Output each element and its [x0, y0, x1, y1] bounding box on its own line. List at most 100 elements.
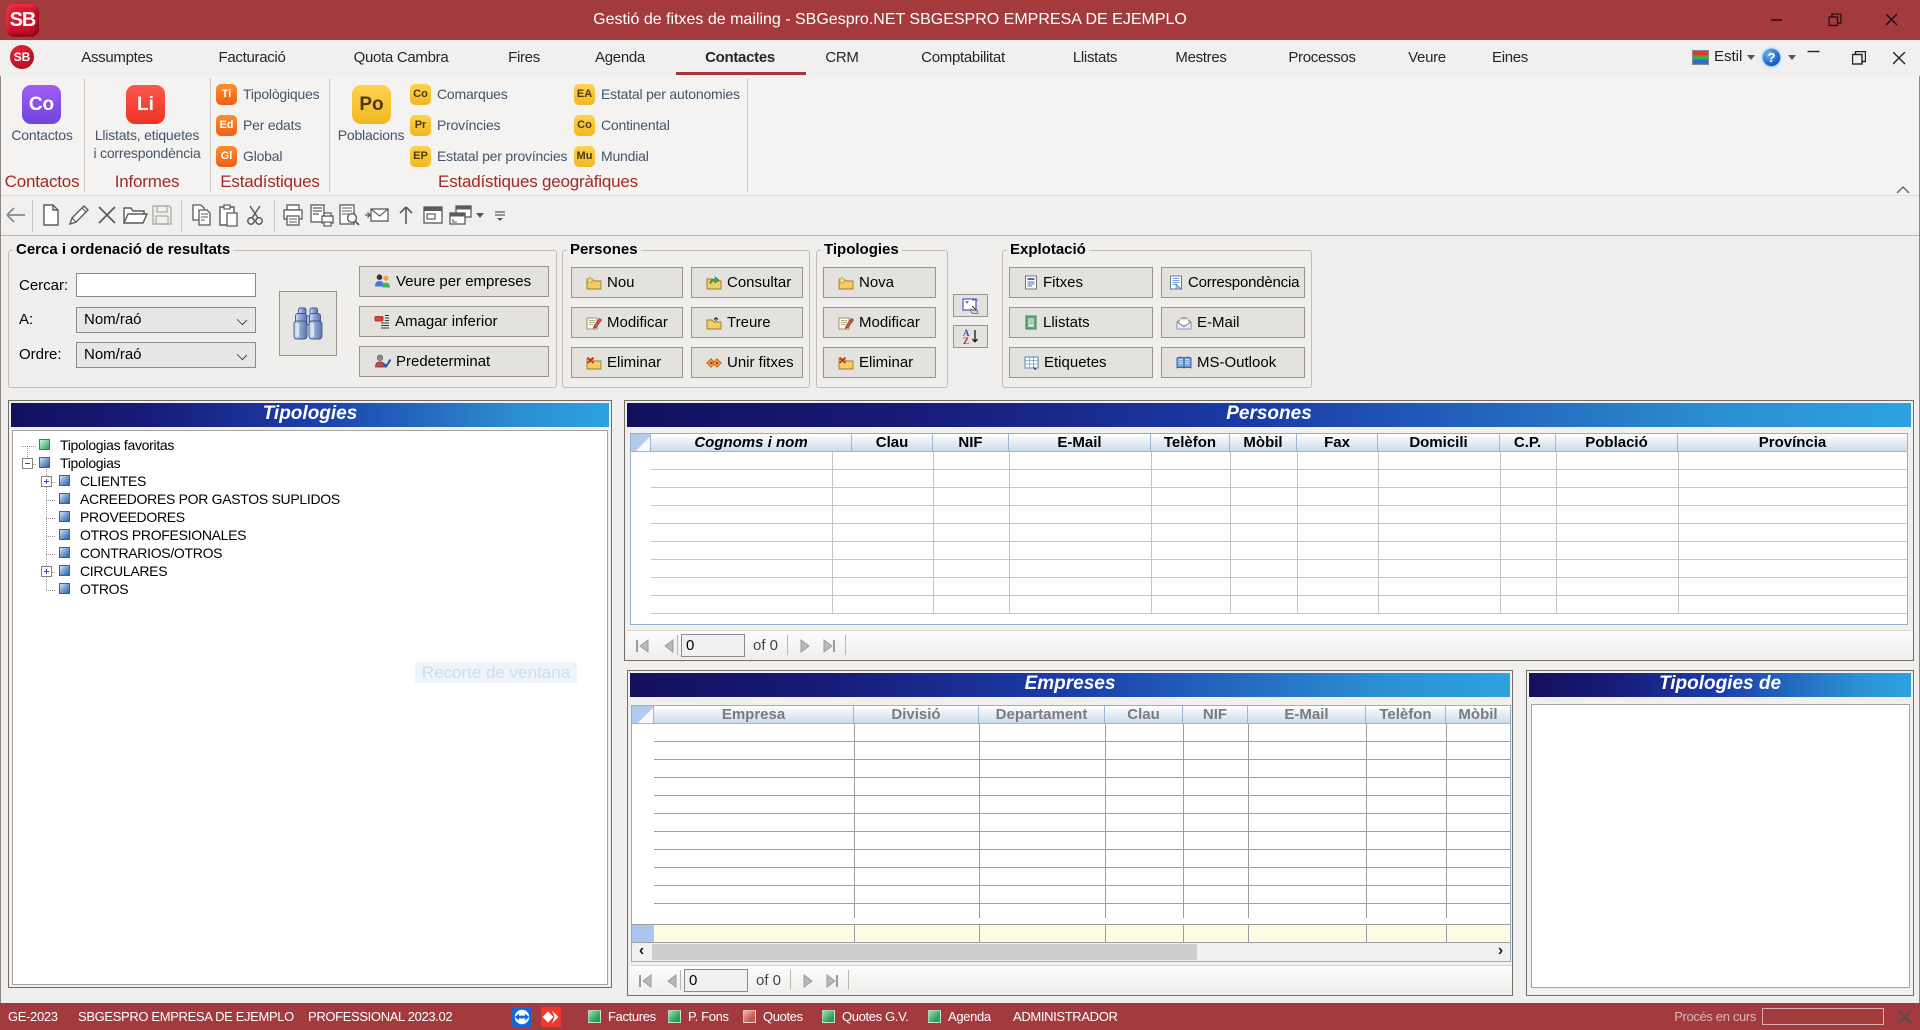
tipologies-tree[interactable]: Tipologias favoritas Tipologias CLIENTES…	[12, 430, 608, 985]
persones-row-selector-header[interactable]	[631, 434, 651, 452]
empreses-row-selector-header[interactable]	[632, 706, 654, 724]
last-page-button[interactable]	[821, 638, 837, 654]
tree-item-tipologias-favoritas[interactable]: Tipologias favoritas	[39, 437, 174, 455]
print-preview-button[interactable]	[337, 203, 363, 229]
menu-item-comptabilitat[interactable]: Comptabilitat	[921, 40, 1005, 76]
factures-label[interactable]: Factures	[608, 1003, 656, 1030]
veure-per-empreses-button[interactable]: Veure per empreses	[359, 266, 549, 297]
export-button[interactable]	[394, 203, 420, 229]
persones-col-provincia[interactable]: Província	[1678, 434, 1907, 452]
open-button[interactable]	[122, 203, 148, 229]
persones-col-fax[interactable]: Fax	[1297, 434, 1378, 452]
ribbon-button-contactos[interactable]: Co	[22, 85, 62, 124]
empreses-col-clau[interactable]: Clau	[1105, 706, 1183, 724]
persones-consultar-button[interactable]: Consultar	[691, 267, 803, 298]
explotacio-fitxes-button[interactable]: Fitxes	[1009, 267, 1153, 298]
empreses-col-empresa[interactable]: Empresa	[654, 706, 854, 724]
agenda-label[interactable]: Agenda	[948, 1003, 991, 1030]
persones-page-input[interactable]	[681, 634, 745, 657]
child-close-button[interactable]	[1885, 40, 1913, 76]
toolbar-options-button[interactable]	[492, 203, 518, 229]
empreses-col-mobil[interactable]: Mòbil	[1446, 706, 1510, 724]
next-page-button[interactable]	[800, 973, 816, 989]
scroll-thumb[interactable]	[652, 944, 1197, 960]
search-button[interactable]	[279, 291, 337, 356]
menu-item-fires[interactable]: Fires	[508, 40, 540, 76]
paste-button[interactable]	[216, 203, 242, 229]
a-combobox[interactable]: Nom/raó	[76, 307, 256, 333]
tipologies-de-list[interactable]	[1531, 704, 1910, 988]
empreses-hscrollbar[interactable]: ‹ ›	[632, 943, 1510, 961]
menu-item-crm[interactable]: CRM	[825, 40, 858, 76]
persones-col-cp[interactable]: C.P.	[1500, 434, 1556, 452]
menu-item-llistats[interactable]: Llistats	[1073, 40, 1117, 76]
menu-item-eines[interactable]: Eines	[1492, 40, 1528, 76]
window-close-button[interactable]	[1869, 0, 1915, 40]
persones-col-telefon[interactable]: Telèfon	[1151, 434, 1230, 452]
ribbon-collapse-button[interactable]	[1896, 182, 1910, 197]
teamviewer-icon[interactable]	[512, 1007, 532, 1027]
window-view-button[interactable]	[421, 203, 447, 229]
tree-item-tipologias[interactable]: Tipologias	[39, 455, 120, 473]
edit-record-button[interactable]	[67, 203, 93, 229]
persones-col-poblacio[interactable]: Població	[1556, 434, 1678, 452]
persones-nou-button[interactable]: Nou	[571, 267, 683, 298]
persones-treure-button[interactable]: Treure	[691, 307, 803, 338]
persones-modificar-button[interactable]: Modificar	[571, 307, 683, 338]
predeterminat-button[interactable]: Predeterminat	[359, 346, 549, 377]
window-restore-button[interactable]	[1812, 0, 1858, 40]
scroll-right-arrow[interactable]: ›	[1491, 943, 1510, 961]
child-restore-button[interactable]	[1845, 40, 1873, 76]
last-page-button[interactable]	[824, 973, 840, 989]
ribbon-button-poblacions[interactable]: Po	[352, 85, 392, 124]
explotacio-etiquetes-button[interactable]: Etiquetes	[1009, 347, 1153, 378]
next-page-button[interactable]	[797, 638, 813, 654]
tree-item-clientes[interactable]: CLIENTES	[59, 473, 146, 491]
persones-col-email[interactable]: E-Mail	[1009, 434, 1151, 452]
persones-col-clau[interactable]: Clau	[852, 434, 933, 452]
persones-unir-button[interactable]: Unir fitxes	[691, 347, 803, 378]
app-menu-icon[interactable]: SB	[10, 45, 34, 69]
tipologies-nova-button[interactable]: Nova	[823, 267, 936, 298]
module-icon-red-diamonds[interactable]	[541, 1007, 561, 1027]
menu-item-facturacio[interactable]: Facturació	[218, 40, 285, 76]
tree-expander-expand[interactable]	[41, 476, 52, 487]
sort-az-button[interactable]: AZ	[953, 325, 988, 348]
pfons-label[interactable]: P. Fons	[688, 1003, 729, 1030]
print-button[interactable]	[281, 203, 307, 229]
prev-page-button[interactable]	[661, 638, 677, 654]
persones-col-mobil[interactable]: Mòbil	[1230, 434, 1297, 452]
cascade-caret-icon[interactable]	[476, 213, 484, 218]
process-cancel-icon[interactable]	[1898, 1010, 1912, 1024]
quotes-gv-label[interactable]: Quotes G.V.	[842, 1003, 909, 1030]
tree-expander-expand[interactable]	[41, 566, 52, 577]
empreses-col-nif[interactable]: NIF	[1183, 706, 1248, 724]
persones-eliminar-button[interactable]: Eliminar	[571, 347, 683, 378]
explotacio-llistats-button[interactable]: Llistats	[1009, 307, 1153, 338]
persones-col-nif[interactable]: NIF	[933, 434, 1009, 452]
explotacio-email-button[interactable]: E-Mail	[1161, 307, 1305, 338]
menu-item-mestres[interactable]: Mestres	[1175, 40, 1226, 76]
save-button[interactable]	[150, 203, 176, 229]
menu-item-quota-cambra[interactable]: Quota Cambra	[354, 40, 449, 76]
tree-item-contrarios[interactable]: CONTRARIOS/OTROS	[59, 545, 222, 563]
scroll-left-arrow[interactable]: ‹	[632, 943, 651, 961]
tree-item-acreedores[interactable]: ACREEDORES POR GASTOS SUPLIDOS	[59, 491, 340, 509]
cut-button[interactable]	[243, 203, 269, 229]
empreses-page-input[interactable]	[684, 969, 748, 992]
menu-item-processos[interactable]: Processos	[1288, 40, 1355, 76]
ribbon-button-informes[interactable]: Li	[126, 85, 166, 124]
prev-page-button[interactable]	[664, 973, 680, 989]
tree-item-circulares[interactable]: CIRCULARES	[59, 563, 167, 581]
tree-item-proveedores[interactable]: PROVEEDORES	[59, 509, 185, 527]
menu-item-assumptes[interactable]: Assumptes	[81, 40, 153, 76]
cascade-windows-button[interactable]	[448, 203, 474, 229]
empreses-new-row[interactable]	[632, 924, 1510, 943]
empreses-col-divisio[interactable]: Divisió	[854, 706, 979, 724]
first-page-button[interactable]	[638, 973, 654, 989]
tree-expander-collapse[interactable]	[22, 458, 33, 469]
empreses-col-telefon[interactable]: Telèfon	[1366, 706, 1446, 724]
quotes-label[interactable]: Quotes	[763, 1003, 803, 1030]
empreses-grid[interactable]: Empresa Divisió Departament Clau NIF E-M…	[631, 705, 1511, 962]
cercar-input[interactable]	[76, 273, 256, 297]
